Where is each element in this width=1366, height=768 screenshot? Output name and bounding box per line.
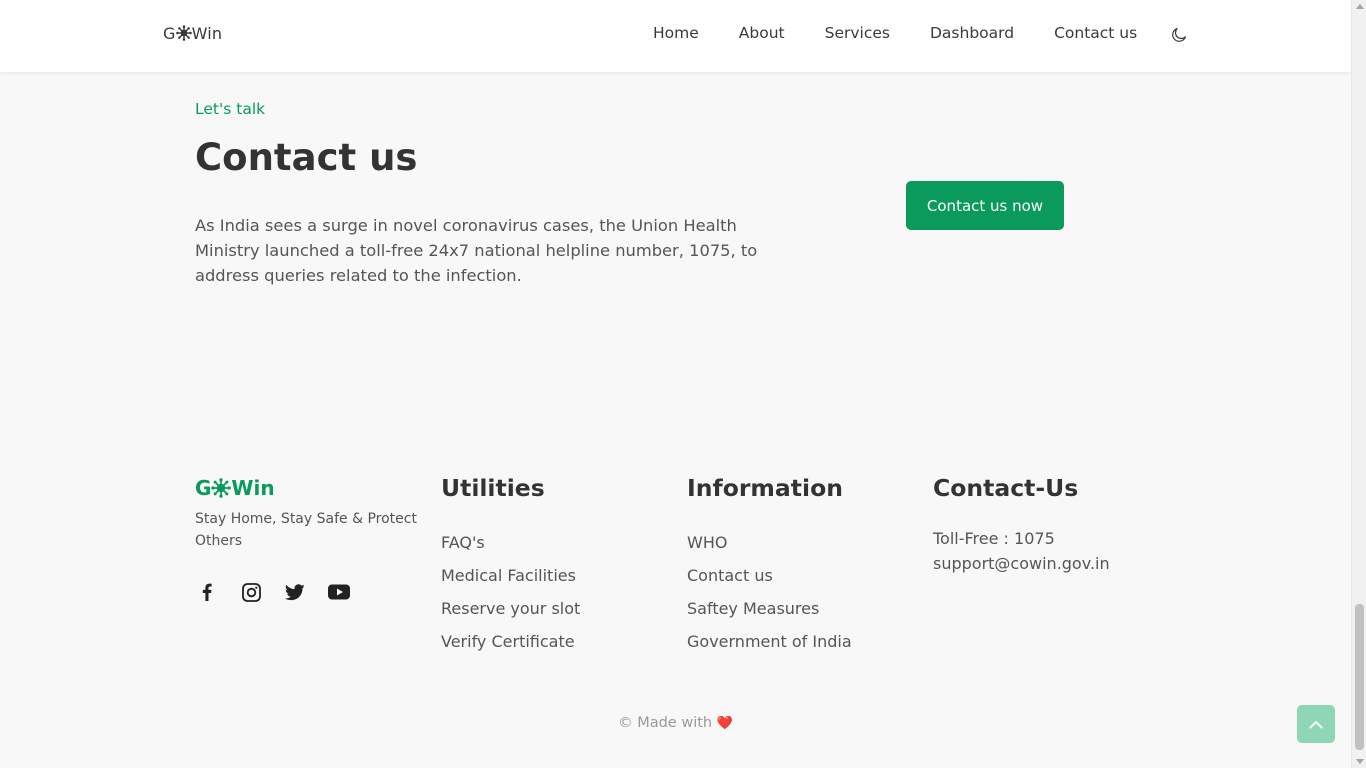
vertical-scrollbar[interactable] [1351,0,1366,768]
contact-eyebrow: Let's talk [195,100,266,118]
social-links [196,581,372,603]
twitter-icon[interactable] [284,581,306,603]
contact-us-now-button[interactable]: Contact us now [906,181,1064,230]
contact-us-heading: Contact-Us [933,474,1079,502]
facebook-icon[interactable] [196,581,218,603]
youtube-icon[interactable] [328,581,350,603]
made-with-text: © Made with ❤️ [0,715,1351,731]
nav-services[interactable]: Services [825,24,890,42]
scroll-down-arrow[interactable] [1356,759,1364,764]
utilities-heading: Utilities [441,474,545,502]
footer-link-medical-facilities[interactable]: Medical Facilities [441,559,580,592]
brand-prefix: G [163,24,176,43]
brand-suffix: Win [191,24,223,43]
support-email[interactable]: support@cowin.gov.in [933,551,1110,576]
scroll-up-arrow[interactable] [1356,4,1364,9]
scrollbar-thumb[interactable] [1355,604,1364,750]
contact-description: As India sees a surge in novel coronavir… [195,216,758,285]
nav-about[interactable]: About [739,24,785,42]
moon-icon[interactable] [1171,27,1187,43]
page: G Win Home About Services Dashboard Conta… [0,0,1351,768]
information-links: WHO Contact us Saftey Measures Governmen… [687,526,852,658]
virus-icon [175,25,192,41]
footer-tagline: Stay Home, Stay Safe & Protect Others [195,511,417,549]
footer-link-who[interactable]: WHO [687,526,852,559]
utilities-links: FAQ's Medical Facilities Reserve your sl… [441,526,580,658]
navbar: G Win Home About Services Dashboard Conta… [0,0,1351,72]
footer-brand-prefix: G [195,476,212,500]
footer-link-safety-measures[interactable]: Saftey Measures [687,592,852,625]
made-with-label: © Made with [618,715,713,731]
nav-home[interactable]: Home [653,24,699,42]
virus-icon [211,478,232,498]
contact-details: Toll-Free : 1075 support@cowin.gov.in [933,526,1110,576]
footer-link-verify-certificate[interactable]: Verify Certificate [441,625,580,658]
main-nav: Home About Services Dashboard Contact us [653,24,1137,42]
nav-dashboard[interactable]: Dashboard [930,24,1014,42]
footer-brand[interactable]: G Win [195,476,275,500]
heart-icon: ❤️ [716,716,733,731]
footer-link-reserve-slot[interactable]: Reserve your slot [441,592,580,625]
nav-contact-us[interactable]: Contact us [1054,24,1137,42]
toll-free-number: Toll-Free : 1075 [933,529,1055,548]
footer-brand-suffix: Win [231,476,275,500]
information-heading: Information [687,474,843,502]
back-to-top-button[interactable] [1297,705,1335,743]
footer-link-government-of-india[interactable]: Government of India [687,625,852,658]
contact-title: Contact us [195,136,418,179]
brand-logo[interactable]: G Win [163,24,222,43]
footer-link-faqs[interactable]: FAQ's [441,526,580,559]
chevron-up-icon [1309,720,1323,728]
footer-link-contact-us[interactable]: Contact us [687,559,852,592]
instagram-icon[interactable] [240,581,262,603]
